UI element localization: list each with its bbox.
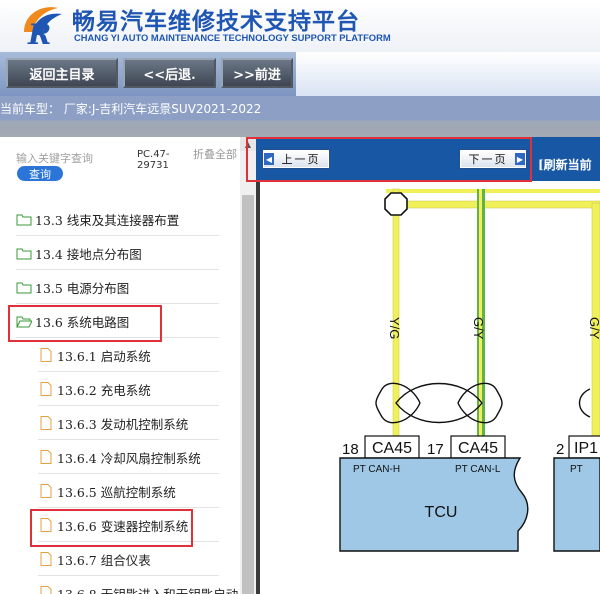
app-header: R 畅易汽车维修技术支持平台 CHANG YI AUTO MAINTENANCE…: [0, 0, 600, 52]
tree-item-label: 13.6.2 充电系统: [57, 382, 151, 398]
document-icon: [40, 450, 52, 464]
tree-item-label: 13.3 线束及其连接器布置: [35, 212, 180, 228]
pin-number: 17: [427, 441, 444, 458]
platform-subtitle: CHANG YI AUTO MAINTENANCE TECHNOLOGY SUP…: [74, 32, 391, 43]
tree-item-label: 13.6.8 无钥匙进入和无钥匙启动: [57, 586, 239, 594]
current-vehicle-model: 当前车型： 厂家:J-吉利汽车远景SUV2021-2022: [0, 102, 262, 116]
scrollbar-thumb[interactable]: [242, 195, 254, 594]
nav-bar: 返回主目录 <<后退. >>前进: [0, 52, 600, 96]
tree-item-label: 13.6.1 启动系统: [57, 348, 151, 364]
folder-open-icon: [16, 316, 32, 328]
tree-file-13-6-2[interactable]: 13.6.2 充电系统: [38, 373, 219, 406]
tree-file-13-6-8[interactable]: 13.6.8 无钥匙进入和无钥匙启动: [38, 577, 238, 594]
wiring-diagram: Y/G G/Y G/Y 18 CA45 17 CA45 2 IP1 PT CAN…: [256, 181, 600, 594]
signal-label: PT CAN-H: [353, 464, 400, 475]
module-name: TCU: [425, 504, 458, 521]
connector-id: IP1: [574, 440, 598, 457]
wire-label-mid: G/Y: [471, 317, 486, 340]
tree-folder-13-6[interactable]: 13.6 系统电路图: [16, 305, 219, 338]
search-button[interactable]: 查询: [17, 166, 63, 181]
document-icon: [40, 518, 52, 532]
wire-horizontal-yellow: [385, 200, 600, 209]
tree-item-label: 13.6.4 冷却风扇控制系统: [57, 450, 201, 466]
next-page-label: 下一页: [468, 153, 508, 166]
signal-label: PT: [570, 464, 583, 475]
vehicle-model-bar: 当前车型： 厂家:J-吉利汽车远景SUV2021-2022: [0, 96, 600, 137]
pin-number: 2: [556, 441, 564, 458]
signal-label: PT CAN-L: [455, 464, 501, 475]
pin-number: 18: [342, 441, 359, 458]
tree-item-label: 13.6 系统电路图: [35, 314, 130, 330]
connector-id: CA45: [458, 440, 498, 457]
catalog-panel: 查询 PC.47-29731 折叠全部 ▲ 13.3 线束及其连接器布置 13.…: [0, 137, 256, 594]
tree-file-13-6-4[interactable]: 13.6.4 冷却风扇控制系统: [38, 441, 219, 474]
wire-label-right: G/Y: [587, 317, 600, 340]
refresh-current-link[interactable]: [刷新当前: [538, 156, 592, 173]
collapse-all-link[interactable]: 折叠全部: [193, 149, 237, 161]
diagram-panel: ◀ 上一页 下一页 ▶ [刷新当前 Y/G G/Y G/Y 18 CA45 17…: [256, 137, 600, 594]
prev-page-button[interactable]: ◀ 上一页: [262, 149, 330, 169]
scroll-up-arrow-icon[interactable]: ▲: [240, 137, 256, 151]
folder-icon: [16, 248, 32, 260]
diagram-toolbar: ◀ 上一页 下一页 ▶ [刷新当前: [256, 137, 600, 181]
document-icon: [40, 348, 52, 362]
tree-item-label: 13.6.7 组合仪表: [57, 552, 151, 568]
platform-title: 畅易汽车维修技术支持平台: [72, 8, 360, 35]
document-icon: [40, 586, 52, 594]
next-page-button[interactable]: 下一页 ▶: [459, 149, 527, 169]
wire-label-left: Y/G: [387, 317, 402, 339]
tree-item-label: 13.4 接地点分布图: [35, 246, 142, 262]
diagram-border: [256, 181, 260, 594]
tree-folder-13-4[interactable]: 13.4 接地点分布图: [16, 237, 219, 270]
document-icon: [40, 416, 52, 430]
logo-icon: R: [24, 7, 62, 48]
svg-text:R: R: [27, 18, 51, 48]
home-button[interactable]: 返回主目录: [6, 58, 118, 88]
document-icon: [40, 552, 52, 566]
forward-button[interactable]: >>前进: [221, 58, 293, 88]
tree-file-13-6-1[interactable]: 13.6.1 启动系统: [38, 339, 219, 372]
prev-page-label: 上一页: [281, 153, 321, 166]
arrow-left-icon: ◀: [264, 153, 274, 165]
document-icon: [40, 484, 52, 498]
folder-icon: [16, 214, 32, 226]
tree-item-label: 13.6.5 巡航控制系统: [57, 484, 176, 500]
document-icon: [40, 382, 52, 396]
arrow-right-icon: ▶: [515, 153, 525, 165]
tree-item-label: 13.6.6 变速器控制系统: [57, 518, 189, 534]
tree-file-13-6-3[interactable]: 13.6.3 发动机控制系统: [38, 407, 219, 440]
tree-item-label: 13.6.3 发动机控制系统: [57, 416, 189, 432]
search-input[interactable]: [16, 149, 102, 167]
connector-id: CA45: [372, 440, 412, 457]
nav-bar-fill: [296, 52, 600, 96]
folder-icon: [16, 282, 32, 294]
tree-file-13-6-7[interactable]: 13.6.7 组合仪表: [38, 543, 219, 576]
tree-folder-13-3[interactable]: 13.3 线束及其连接器布置: [16, 203, 219, 236]
wire-horizontal-yellow-top: [386, 189, 600, 193]
tree-folder-13-5[interactable]: 13.5 电源分布图: [16, 271, 219, 304]
tree-item-label: 13.5 电源分布图: [35, 280, 130, 296]
tree-file-13-6-5[interactable]: 13.6.5 巡航控制系统: [38, 475, 219, 508]
splice-node: [384, 192, 408, 216]
tree-file-13-6-6[interactable]: 13.6.6 变速器控制系统: [38, 509, 219, 542]
pc-code: PC.47-29731: [137, 149, 170, 171]
back-button[interactable]: <<后退.: [123, 58, 216, 88]
